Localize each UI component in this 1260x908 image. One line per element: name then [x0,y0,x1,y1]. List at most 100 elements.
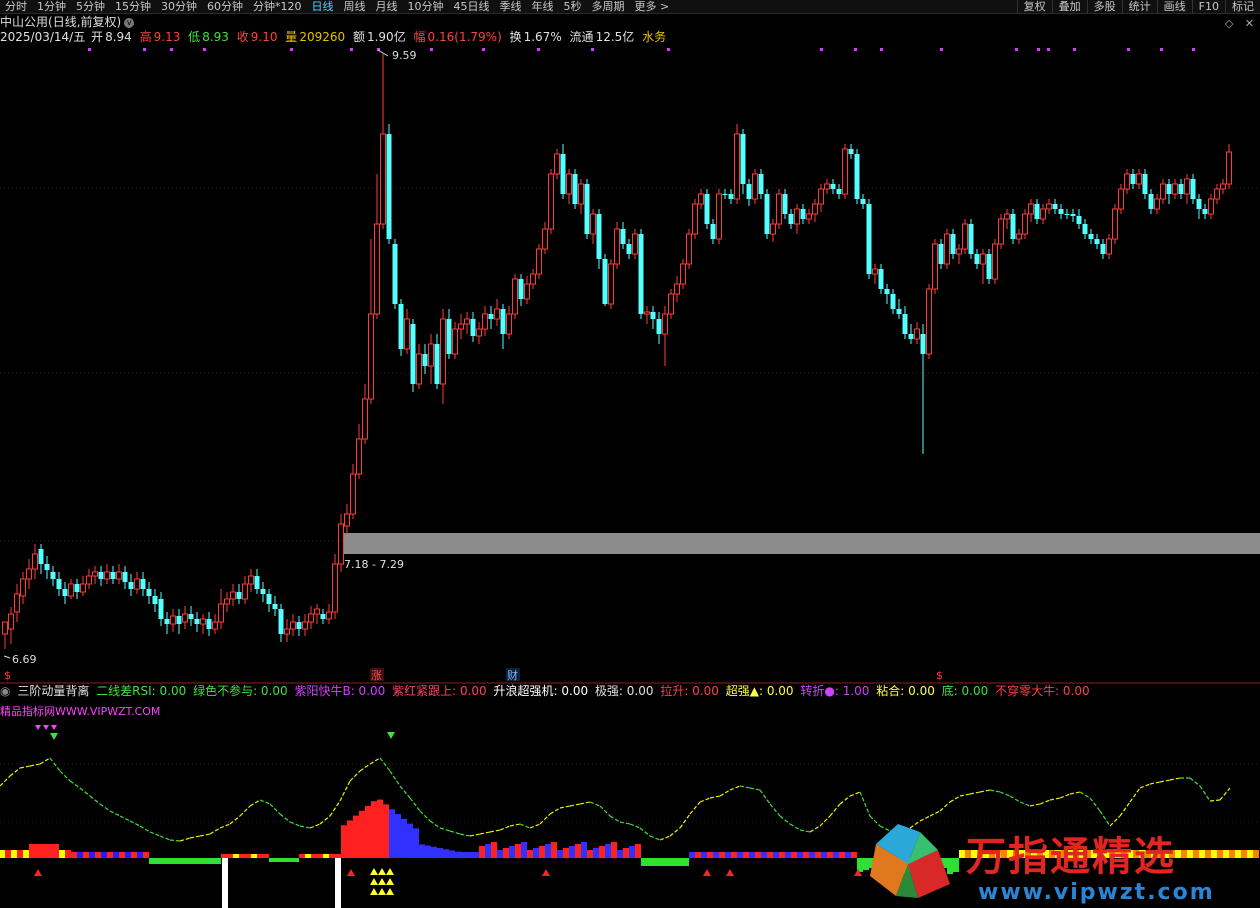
tab-timeframe[interactable]: 10分钟 [403,0,449,13]
candle-body [854,154,860,199]
momentum-segment [229,815,241,825]
candle-body [896,309,902,314]
indicator-bar [449,850,455,858]
tab-timeframe[interactable]: 1分钟 [32,0,71,13]
indicator-bar [143,852,149,858]
tool-button[interactable]: 统计 [1121,0,1157,13]
tab-timeframe[interactable]: 60分钟 [202,0,248,13]
candle-body [1172,183,1178,195]
signal-dot [203,48,206,51]
marker-s-right[interactable]: $ [936,669,943,682]
momentum-segment [589,801,601,807]
candle-body [428,343,434,367]
marker-cai[interactable]: 财 [507,668,518,682]
indicator-bar [695,852,701,858]
close-icon[interactable]: ✕ [1245,17,1254,30]
candle-body [278,609,284,634]
tool-button[interactable]: 画线 [1156,0,1192,13]
indicator-value: 极强: 0.00 [594,684,654,698]
indicator-bar [593,848,599,858]
signal-dot [143,48,146,51]
indicator-bar [761,852,767,858]
momentum-segment [139,825,151,833]
tab-timeframe[interactable]: 月线 [371,0,403,13]
up-triangle-marker [703,869,711,876]
candle-body [416,353,422,385]
tab-timeframe[interactable]: 日线 [307,0,339,13]
momentum-segment [739,785,751,789]
tab-timeframe[interactable]: 季线 [495,0,527,13]
candle-body [968,224,974,254]
indicator-bar [647,858,653,866]
marker-zhang[interactable]: 涨 [371,669,382,682]
candle-body [206,619,212,629]
candle-body [200,618,206,625]
diamond-icon[interactable]: ◇ [1225,17,1233,30]
indicator-bar [305,854,311,858]
indicator-bar [809,852,815,858]
candle-body [932,243,938,290]
up-triangle-marker [726,869,734,876]
tab-timeframe[interactable]: 更多 > [630,0,675,13]
marker-s-left[interactable]: $ [4,669,11,682]
candle-body [1082,224,1088,234]
candle-body [272,604,278,609]
open-value: 8.94 [105,30,132,44]
candle-body [164,619,170,624]
momentum-segment [679,813,691,829]
candle-body [212,621,218,630]
momentum-segment [359,763,371,772]
tool-button[interactable]: F10 [1191,0,1225,13]
signal-dot [1015,48,1018,51]
momentum-segment [829,803,841,817]
indicator-bar [239,854,245,858]
tab-timeframe[interactable]: 分时 [0,0,32,13]
tool-button[interactable]: 叠加 [1051,0,1087,13]
tab-timeframe[interactable]: 多周期 [587,0,630,13]
candle-body [2,621,8,635]
indicator-value: 紫阳快牛B: 0.00 [294,684,386,698]
candle-body [1028,203,1034,215]
tab-timeframe[interactable]: 30分钟 [156,0,202,13]
tool-button[interactable]: 复权 [1016,0,1052,13]
signal-dot [1192,48,1195,51]
indicator-bar [281,858,287,862]
indicator-bar [131,852,137,858]
chevron-down-icon[interactable]: v [124,17,135,28]
momentum-segment [1039,799,1051,805]
indicator-bar [227,854,233,858]
tool-button[interactable]: 多股 [1086,0,1122,13]
stock-name: 中山公用 [0,15,49,29]
signal-dot [854,48,857,51]
tab-timeframe[interactable]: 45日线 [449,0,495,13]
candle-body [986,254,992,279]
turnover-label: 换 [509,30,522,44]
candle-body [1190,179,1196,199]
candle-body [1064,214,1070,215]
momentum-segment [529,823,541,829]
candle-body [908,334,914,339]
momentum-segment [269,803,281,815]
indicator-bar [233,854,239,858]
indicator-toggle-icon[interactable]: ◉ [0,684,10,698]
indicator-bar [785,852,791,858]
momentum-segment [609,815,621,823]
tab-timeframe[interactable]: 5秒 [559,0,587,13]
tab-timeframe[interactable]: 年线 [527,0,559,13]
indicator-bar [635,844,641,858]
tab-timeframe[interactable]: 15分钟 [110,0,156,13]
candle-body [422,354,428,366]
float-label: 流通 [569,30,594,44]
candle-body [1160,183,1166,200]
volume-value: 209260 [299,30,346,44]
tab-timeframe[interactable]: 周线 [339,0,371,13]
tab-timeframe[interactable]: 分钟*120 [248,0,307,13]
momentum-segment [19,765,31,769]
candlestick-chart[interactable]: 7.18 - 7.29 9.59 6.69 $ 涨 财 $ [0,44,1260,684]
tab-timeframe[interactable]: 5分钟 [71,0,110,13]
momentum-segment [569,803,581,807]
momentum-segment [1079,791,1091,799]
momentum-segment [329,800,341,817]
tool-button[interactable]: 标记 [1225,0,1260,13]
signal-dot [1127,48,1130,51]
